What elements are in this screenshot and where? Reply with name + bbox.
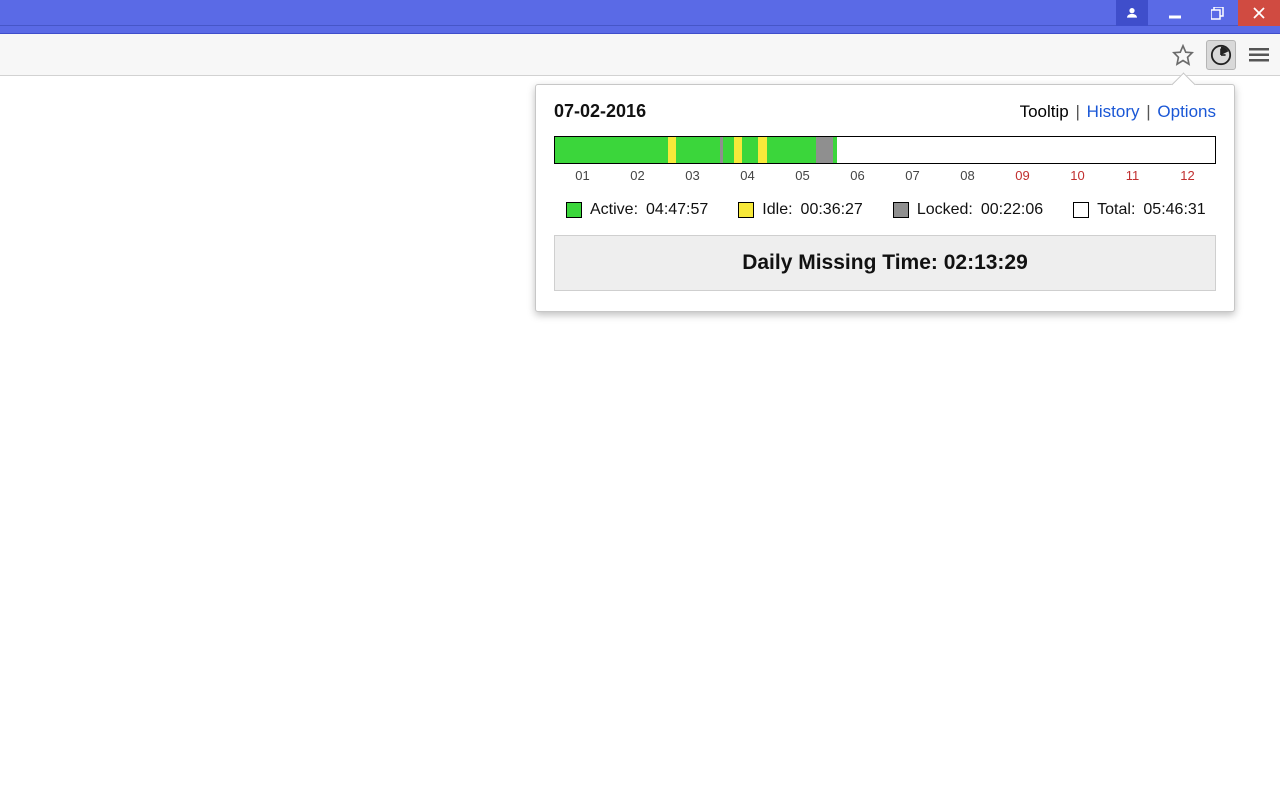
clock-icon [1210,44,1232,66]
tick-label: 08 [940,168,995,183]
star-icon [1172,44,1194,66]
tick-label: 11 [1105,168,1160,183]
extension-popup: 07-02-2016 Tooltip | History | Options 0… [535,84,1235,312]
bookmark-button[interactable] [1168,40,1198,70]
missing-time-banner: Daily Missing Time: 02:13:29 [554,235,1216,291]
minimize-icon [1169,7,1181,19]
separator: | [1144,102,1152,121]
tick-label: 06 [830,168,885,183]
tooltip-label: Tooltip [1020,102,1069,121]
tick-label: 01 [555,168,610,183]
stat-locked-value: 00:22:06 [981,201,1043,219]
minimize-button[interactable] [1154,0,1196,26]
timeline-segment-idle [758,137,766,163]
tick-label: 12 [1160,168,1215,183]
popup-links: Tooltip | History | Options [1020,102,1216,122]
swatch-locked [893,202,909,218]
hamburger-icon [1249,45,1269,65]
timeline-segment-idle [734,137,742,163]
stat-active-label: Active: [590,201,638,219]
stat-total: Total: 05:46:31 [1073,201,1206,219]
stat-locked: Locked: 00:22:06 [893,201,1043,219]
restore-icon [1211,7,1224,20]
stat-active-value: 04:47:57 [646,201,708,219]
tick-label: 03 [665,168,720,183]
stat-total-value: 05:46:31 [1143,201,1205,219]
tick-label: 09 [995,168,1050,183]
stat-active: Active: 04:47:57 [566,201,708,219]
browser-toolbar [0,34,1280,76]
restore-button[interactable] [1196,0,1238,26]
timeline-container: 010203040506070809101112 [554,136,1216,183]
close-button[interactable] [1238,0,1280,26]
timeline-segment-active [742,137,759,163]
stat-idle-label: Idle: [762,201,792,219]
timeline-segment-locked [816,137,833,163]
stat-idle-value: 00:36:27 [801,201,863,219]
timeline-ticks: 010203040506070809101112 [554,168,1216,183]
extension-button[interactable] [1206,40,1236,70]
separator: | [1073,102,1081,121]
popup-header: 07-02-2016 Tooltip | History | Options [554,101,1216,122]
missing-time-label: Daily Missing Time: [742,251,938,275]
activity-timeline [554,136,1216,164]
history-link[interactable]: History [1087,102,1140,121]
menu-button[interactable] [1244,40,1274,70]
tick-label: 02 [610,168,665,183]
user-button[interactable] [1116,0,1148,26]
stats-legend: Active: 04:47:57 Idle: 00:36:27 Locked: … [554,201,1216,219]
tick-label: 04 [720,168,775,183]
tick-label: 07 [885,168,940,183]
stat-total-label: Total: [1097,201,1135,219]
missing-time-value: 02:13:29 [944,251,1028,275]
user-icon [1125,6,1139,20]
options-link[interactable]: Options [1157,102,1216,121]
timeline-segment-active [723,137,734,163]
swatch-active [566,202,582,218]
timeline-segment-empty [837,137,1215,163]
popup-date: 07-02-2016 [554,101,646,122]
close-icon [1253,7,1265,19]
swatch-idle [738,202,754,218]
tick-label: 10 [1050,168,1105,183]
titlebar-spacer [0,26,1280,34]
timeline-segment-active [555,137,668,163]
stat-locked-label: Locked: [917,201,973,219]
tick-label: 05 [775,168,830,183]
timeline-segment-active [767,137,817,163]
timeline-segment-active [676,137,720,163]
window-titlebar [0,0,1280,26]
stat-idle: Idle: 00:36:27 [738,201,863,219]
timeline-segment-idle [668,137,676,163]
swatch-total [1073,202,1089,218]
